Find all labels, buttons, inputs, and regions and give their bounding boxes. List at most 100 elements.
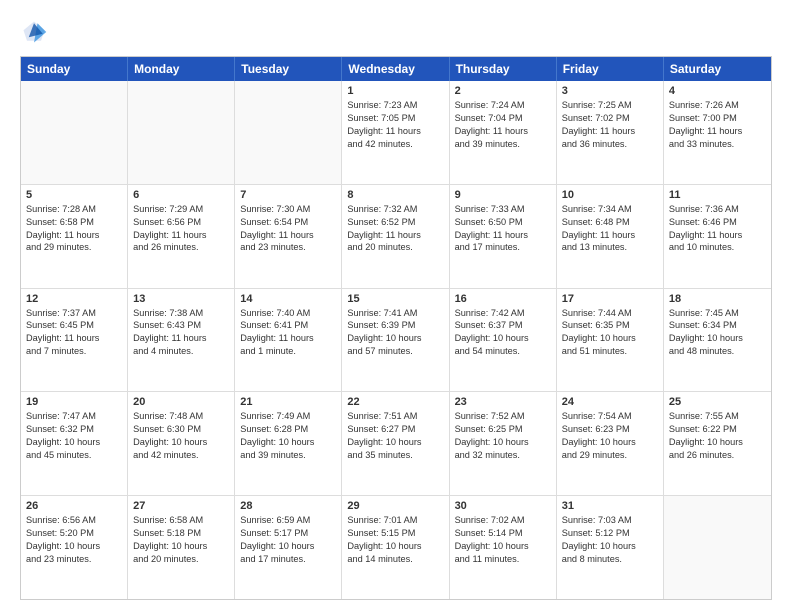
cell-line: Sunrise: 7:54 AM bbox=[562, 410, 658, 423]
day-cell-27: 27Sunrise: 6:58 AMSunset: 5:18 PMDayligh… bbox=[128, 496, 235, 599]
cell-line: and 4 minutes. bbox=[133, 345, 229, 358]
cell-line: Sunrise: 7:52 AM bbox=[455, 410, 551, 423]
cell-line: Sunrise: 7:36 AM bbox=[669, 203, 766, 216]
day-number: 10 bbox=[562, 189, 658, 201]
cell-line: Sunrise: 7:44 AM bbox=[562, 307, 658, 320]
cell-line: Daylight: 10 hours bbox=[669, 332, 766, 345]
cell-line: and 29 minutes. bbox=[26, 241, 122, 254]
day-cell-3: 3Sunrise: 7:25 AMSunset: 7:02 PMDaylight… bbox=[557, 81, 664, 184]
cell-line: Sunset: 6:37 PM bbox=[455, 319, 551, 332]
header-cell-tuesday: Tuesday bbox=[235, 57, 342, 81]
cell-line: and 26 minutes. bbox=[669, 449, 766, 462]
header bbox=[20, 18, 772, 46]
day-number: 1 bbox=[347, 85, 443, 97]
cell-line: and 39 minutes. bbox=[455, 138, 551, 151]
cell-line: Daylight: 10 hours bbox=[455, 436, 551, 449]
cell-line: Daylight: 11 hours bbox=[455, 125, 551, 138]
day-number: 11 bbox=[669, 189, 766, 201]
cell-line: Sunset: 6:41 PM bbox=[240, 319, 336, 332]
day-number: 26 bbox=[26, 500, 122, 512]
cell-line: Sunset: 6:48 PM bbox=[562, 216, 658, 229]
cell-line: Daylight: 11 hours bbox=[347, 229, 443, 242]
day-cell-16: 16Sunrise: 7:42 AMSunset: 6:37 PMDayligh… bbox=[450, 289, 557, 392]
day-number: 31 bbox=[562, 500, 658, 512]
header-cell-sunday: Sunday bbox=[21, 57, 128, 81]
day-cell-6: 6Sunrise: 7:29 AMSunset: 6:56 PMDaylight… bbox=[128, 185, 235, 288]
day-cell-20: 20Sunrise: 7:48 AMSunset: 6:30 PMDayligh… bbox=[128, 392, 235, 495]
cell-line: Daylight: 10 hours bbox=[562, 540, 658, 553]
day-cell-10: 10 Sunrise: 7:34 AMSunset: 6:48 PMDayligh… bbox=[557, 185, 664, 288]
cell-line: and 39 minutes. bbox=[240, 449, 336, 462]
day-cell-4: 4Sunrise: 7:26 AMSunset: 7:00 PMDaylight… bbox=[664, 81, 771, 184]
cell-line: Sunset: 6:23 PM bbox=[562, 423, 658, 436]
cell-line: Daylight: 11 hours bbox=[240, 229, 336, 242]
calendar-header: SundayMondayTuesdayWednesdayThursdayFrid… bbox=[21, 57, 771, 81]
header-cell-friday: Friday bbox=[557, 57, 664, 81]
cell-line: Sunrise: 7:25 AM bbox=[562, 99, 658, 112]
day-cell-23: 23Sunrise: 7:52 AMSunset: 6:25 PMDayligh… bbox=[450, 392, 557, 495]
cell-line: and 1 minute. bbox=[240, 345, 336, 358]
cell-line: Sunset: 5:15 PM bbox=[347, 527, 443, 540]
day-number: 17 bbox=[562, 293, 658, 305]
cell-line: Sunrise: 7:28 AM bbox=[26, 203, 122, 216]
day-number: 6 bbox=[133, 189, 229, 201]
calendar-row-4: 26Sunrise: 6:56 AMSunset: 5:20 PMDayligh… bbox=[21, 496, 771, 599]
cell-line: Sunset: 6:22 PM bbox=[669, 423, 766, 436]
cell-line: and 51 minutes. bbox=[562, 345, 658, 358]
cell-line: Daylight: 11 hours bbox=[669, 125, 766, 138]
day-number: 15 bbox=[347, 293, 443, 305]
cell-line: Sunrise: 7:45 AM bbox=[669, 307, 766, 320]
day-cell-26: 26Sunrise: 6:56 AMSunset: 5:20 PMDayligh… bbox=[21, 496, 128, 599]
cell-line: Daylight: 10 hours bbox=[669, 436, 766, 449]
cell-line: Sunrise: 6:58 AM bbox=[133, 514, 229, 527]
cell-line: and 42 minutes. bbox=[347, 138, 443, 151]
day-number: 23 bbox=[455, 396, 551, 408]
cell-line: Sunrise: 7:41 AM bbox=[347, 307, 443, 320]
cell-line: and 57 minutes. bbox=[347, 345, 443, 358]
cell-line: Sunset: 6:28 PM bbox=[240, 423, 336, 436]
cell-line: Sunset: 6:34 PM bbox=[669, 319, 766, 332]
logo bbox=[20, 18, 52, 46]
day-cell-21: 21Sunrise: 7:49 AMSunset: 6:28 PMDayligh… bbox=[235, 392, 342, 495]
day-number: 25 bbox=[669, 396, 766, 408]
cell-line: Sunrise: 7:51 AM bbox=[347, 410, 443, 423]
cell-line: and 7 minutes. bbox=[26, 345, 122, 358]
day-cell-8: 8 Sunrise: 7:32 AMSunset: 6:52 PMDaylight… bbox=[342, 185, 449, 288]
day-number: 29 bbox=[347, 500, 443, 512]
cell-line: and 33 minutes. bbox=[669, 138, 766, 151]
cell-line: Sunrise: 7:38 AM bbox=[133, 307, 229, 320]
cell-line: Daylight: 10 hours bbox=[455, 540, 551, 553]
day-cell-30: 30Sunrise: 7:02 AMSunset: 5:14 PMDayligh… bbox=[450, 496, 557, 599]
cell-line: Daylight: 10 hours bbox=[562, 332, 658, 345]
cell-line: Sunset: 7:05 PM bbox=[347, 112, 443, 125]
cell-line: Daylight: 11 hours bbox=[26, 229, 122, 242]
cell-line: and 45 minutes. bbox=[26, 449, 122, 462]
day-cell-5: 5Sunrise: 7:28 AMSunset: 6:58 PMDaylight… bbox=[21, 185, 128, 288]
day-number: 8 bbox=[347, 189, 443, 201]
cell-line: Sunset: 5:12 PM bbox=[562, 527, 658, 540]
calendar-row-3: 19Sunrise: 7:47 AMSunset: 6:32 PMDayligh… bbox=[21, 392, 771, 496]
day-number: 20 bbox=[133, 396, 229, 408]
cell-line: Sunrise: 7:40 AM bbox=[240, 307, 336, 320]
cell-line: Daylight: 11 hours bbox=[562, 229, 658, 242]
day-number: 16 bbox=[455, 293, 551, 305]
day-cell-31: 31Sunrise: 7:03 AMSunset: 5:12 PMDayligh… bbox=[557, 496, 664, 599]
day-number: 27 bbox=[133, 500, 229, 512]
cell-line: Sunset: 5:18 PM bbox=[133, 527, 229, 540]
cell-line: Daylight: 10 hours bbox=[562, 436, 658, 449]
empty-cell bbox=[128, 81, 235, 184]
cell-line: Daylight: 10 hours bbox=[133, 436, 229, 449]
logo-icon bbox=[20, 18, 48, 46]
day-number: 5 bbox=[26, 189, 122, 201]
calendar-row-1: 5Sunrise: 7:28 AMSunset: 6:58 PMDaylight… bbox=[21, 185, 771, 289]
cell-line: Sunrise: 7:02 AM bbox=[455, 514, 551, 527]
cell-line: Sunset: 6:27 PM bbox=[347, 423, 443, 436]
cell-line: Sunrise: 7:34 AM bbox=[562, 203, 658, 216]
calendar-row-0: 1Sunrise: 7:23 AMSunset: 7:05 PMDaylight… bbox=[21, 81, 771, 185]
calendar-body: 1Sunrise: 7:23 AMSunset: 7:05 PMDaylight… bbox=[21, 81, 771, 599]
cell-line: and 11 minutes. bbox=[455, 553, 551, 566]
cell-line: Daylight: 11 hours bbox=[347, 125, 443, 138]
cell-line: and 17 minutes. bbox=[455, 241, 551, 254]
cell-line: Sunrise: 7:32 AM bbox=[347, 203, 443, 216]
cell-line: Sunset: 6:52 PM bbox=[347, 216, 443, 229]
